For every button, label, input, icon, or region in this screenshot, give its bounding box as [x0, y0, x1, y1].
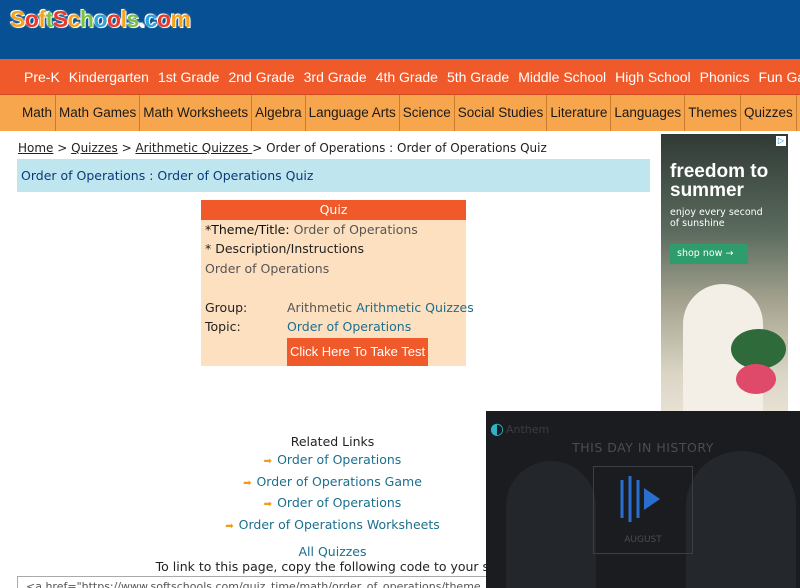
theme-row: *Theme/Title: Order of Operations	[205, 222, 418, 237]
group-value: Arithmetic	[287, 300, 353, 315]
subject-nav-item[interactable]: Algebra	[252, 95, 306, 131]
quiz-card: Quiz *Theme/Title: Order of Operations *…	[201, 200, 474, 366]
video-month-label: AUGUST	[624, 535, 662, 545]
subject-nav-item[interactable]: Quizzes	[741, 95, 797, 131]
related-link-text[interactable]: Order of Operations	[277, 495, 401, 510]
video-brand-label: Anthem	[506, 423, 550, 436]
arrow-right-icon: ➡	[225, 520, 234, 532]
ad-info-icon[interactable]: ▷	[776, 136, 786, 146]
breadcrumb-arithmetic-quizzes[interactable]: Arithmetic Quizzes	[135, 141, 252, 155]
grade-nav-item[interactable]: Pre-K	[20, 59, 64, 94]
grade-nav: Pre-K Kindergarten 1st Grade 2nd Grade 3rd G…	[0, 59, 800, 95]
ad-leaves-image	[731, 329, 786, 369]
logo-letter: c	[67, 6, 81, 32]
description-label: * Description/Instructions	[205, 241, 365, 256]
breadcrumb: Home > Quizzes > Arithmetic Quizzes > Or…	[18, 141, 547, 155]
subject-nav-item[interactable]: Social Studies	[455, 95, 548, 131]
breadcrumb-separator: >	[252, 141, 267, 155]
arrow-right-icon: ➡	[263, 456, 273, 467]
site-logo[interactable]: SoftSchools.com	[10, 6, 191, 33]
ad-headline: freedom to summer	[670, 161, 769, 201]
logo-letter: o	[156, 6, 171, 32]
arrow-right-icon: ➡	[243, 477, 252, 489]
anthem-logo-icon: ◐	[490, 419, 504, 438]
logo-letter: S	[52, 6, 68, 32]
breadcrumb-home[interactable]: Home	[18, 141, 53, 155]
logo-letter: s	[126, 6, 139, 32]
group-row: Arithmetic Arithmetic Quizzes	[287, 300, 474, 315]
subject-nav-item[interactable]: Language Arts	[306, 95, 400, 131]
related-link-text[interactable]: Order of Operations	[277, 452, 401, 467]
related-link-text[interactable]: Order of Operations Worksheets	[239, 517, 440, 532]
subject-nav-item[interactable]: Math Worksheets	[140, 95, 253, 131]
logo-letter: S	[10, 6, 25, 32]
logo-letter: c	[144, 6, 158, 32]
related-link-text[interactable]: Order of Operations Game	[256, 474, 421, 489]
subject-nav: Math Math Games Math Worksheets Algebra Lang…	[0, 95, 800, 131]
group-label: Group:	[205, 300, 248, 315]
take-test-button[interactable]: Click Here To Take Test	[287, 338, 428, 366]
logo-letter: o	[93, 6, 108, 32]
grade-nav-item[interactable]: Phonics	[696, 59, 754, 94]
grade-nav-item[interactable]: Kindergarten	[65, 59, 153, 94]
grade-nav-item[interactable]: High School	[611, 59, 695, 94]
site-header: SoftSchools.com	[0, 0, 800, 59]
subject-nav-item[interactable]: Science	[400, 95, 455, 131]
subject-nav-item[interactable]: Literature	[547, 95, 612, 131]
subject-nav-item[interactable]: Math	[19, 95, 57, 131]
video-background-figure	[686, 451, 796, 588]
link-code-field[interactable]: <a href="https://www.softschools.com/qui…	[17, 576, 487, 588]
video-title: THIS DAY IN HISTORY	[572, 440, 714, 455]
page-title: Order of Operations : Order of Operation…	[21, 168, 314, 183]
theme-label: *Theme/Title:	[205, 222, 290, 237]
grade-nav-item[interactable]: 3rd Grade	[300, 59, 371, 94]
topic-link[interactable]: Order of Operations	[287, 319, 411, 334]
subject-nav-item[interactable]: Math Games	[56, 95, 141, 131]
theme-value: Order of Operations	[293, 222, 418, 237]
group-link[interactable]: Arithmetic Quizzes	[356, 300, 474, 315]
breadcrumb-current: Order of Operations : Order of Operation…	[266, 141, 547, 155]
page-title-bar: Order of Operations : Order of Operation…	[17, 159, 650, 192]
description-value: Order of Operations	[205, 261, 330, 276]
ad-subline: enjoy every second of sunshine	[670, 207, 763, 229]
grade-nav-item[interactable]: 4th Grade	[372, 59, 442, 94]
grade-nav-item[interactable]: 2nd Grade	[224, 59, 298, 94]
logo-letter: h	[79, 6, 94, 32]
advertisement[interactable]: ▷ freedom to summer enjoy every second o…	[661, 134, 788, 414]
subject-nav-item[interactable]: Languages	[611, 95, 686, 131]
arrow-right-icon: ➡	[263, 499, 273, 510]
quiz-card-header: Quiz	[201, 200, 466, 220]
breadcrumb-quizzes[interactable]: Quizzes	[71, 141, 118, 155]
video-play-icon[interactable]	[618, 474, 668, 524]
video-player[interactable]: ◐ Anthem THIS DAY IN HISTORY AUGUST	[486, 411, 800, 588]
breadcrumb-separator: >	[53, 141, 72, 155]
logo-letter: m	[170, 6, 191, 32]
ad-flowers-image	[736, 364, 776, 394]
logo-letter: o	[24, 6, 39, 32]
topic-label: Topic:	[205, 319, 241, 334]
video-background-figure	[506, 461, 596, 588]
logo-letter: t	[45, 6, 54, 32]
logo-letter: f	[38, 6, 46, 32]
grade-nav-item[interactable]: 1st Grade	[154, 59, 223, 94]
subject-nav-item[interactable]: Themes	[685, 95, 741, 131]
logo-letter: o	[107, 6, 121, 32]
grade-nav-item[interactable]: 5th Grade	[443, 59, 513, 94]
ad-shop-now-button[interactable]: shop now →	[670, 244, 748, 264]
page: SoftSchools.com Pre-K Kindergarten 1st Gra…	[0, 0, 800, 588]
breadcrumb-separator: >	[117, 141, 136, 155]
grade-nav-item[interactable]: Fun Gam	[754, 59, 800, 94]
grade-nav-item[interactable]: Middle School	[514, 59, 610, 94]
